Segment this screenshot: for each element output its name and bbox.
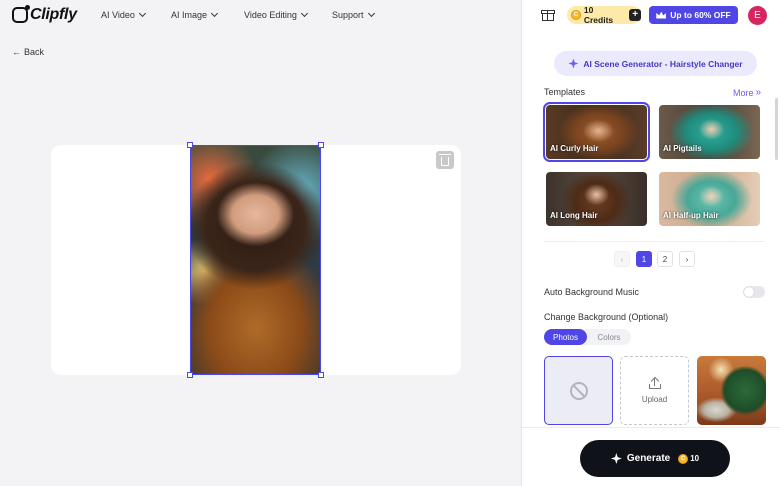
add-credits-icon[interactable]: + (629, 9, 641, 21)
generate-cost-value: 10 (690, 454, 700, 463)
template-label: AI Pigtails (663, 144, 702, 153)
auto-music-label: Auto Background Music (544, 287, 640, 297)
background-type-tabs: Photos Colors (544, 329, 631, 345)
clipfly-logo-icon (12, 5, 30, 23)
credits-label: 10 Credits (583, 5, 614, 25)
chevron-down-icon (367, 9, 375, 18)
tool-title-pill[interactable]: AI Scene Generator - Hairstyle Changer (554, 51, 757, 76)
sparkle-icon (568, 58, 579, 69)
tool-title: AI Scene Generator - Hairstyle Changer (583, 58, 743, 69)
pagination-prev[interactable]: ‹ (614, 251, 630, 267)
generate-button[interactable]: Generate C 10 (580, 440, 730, 477)
uploaded-photo[interactable] (190, 145, 321, 375)
templates-heading: Templates (544, 87, 586, 97)
back-button[interactable]: ← Back (12, 47, 44, 57)
more-label: More (733, 87, 754, 98)
logo-text: Clipfly (30, 6, 77, 23)
nav-ai-video[interactable]: AI Video (101, 9, 146, 20)
logo[interactable]: Clipfly (12, 5, 77, 24)
auto-music-toggle[interactable] (743, 286, 765, 298)
nav-label: Video Editing (244, 10, 297, 20)
change-background-label: Change Background (Optional) (544, 312, 669, 322)
settings-panel: C 10 Credits + Up to 60% OFF E AI Scene … (521, 0, 780, 486)
more-templates-link[interactable]: More » (733, 87, 761, 98)
upload-icon (648, 376, 661, 389)
nav-video-editing[interactable]: Video Editing (244, 9, 308, 20)
avatar[interactable]: E (748, 6, 767, 25)
tab-colors[interactable]: Colors (587, 329, 631, 345)
template-label: AI Curly Hair (550, 144, 599, 153)
trash-icon (439, 153, 451, 166)
resize-handle-bottom-right[interactable] (318, 372, 324, 378)
template-card-long-hair[interactable]: AI Long Hair (546, 172, 647, 226)
divider (544, 241, 765, 242)
credits-badge[interactable]: C 10 Credits + (567, 5, 641, 25)
background-none-option[interactable] (544, 356, 613, 425)
footer-divider (522, 427, 780, 428)
upgrade-offer-button[interactable]: Up to 60% OFF (649, 6, 738, 24)
generate-label: Generate (626, 453, 671, 464)
nav-support[interactable]: Support (332, 9, 375, 20)
pagination-next[interactable]: › (679, 251, 695, 267)
back-label: Back (24, 47, 45, 57)
nav-ai-image[interactable]: AI Image (171, 9, 219, 20)
chevron-down-icon (300, 9, 308, 18)
templates-scrollbar[interactable] (775, 98, 778, 160)
no-background-icon (569, 381, 588, 400)
delete-button[interactable] (436, 151, 454, 169)
gift-icon[interactable] (541, 8, 555, 22)
double-chevron-right-icon: » (755, 87, 762, 98)
background-christmas-option[interactable] (697, 356, 766, 425)
resize-handle-bottom-left[interactable] (187, 372, 193, 378)
sparkle-icon (610, 453, 622, 464)
crown-icon (656, 11, 667, 19)
generate-cost: C 10 (678, 453, 700, 464)
offer-label: Up to 60% OFF (670, 10, 731, 20)
template-label: AI Long Hair (550, 211, 598, 220)
template-card-half-up-hair[interactable]: AI Half-up Hair (659, 172, 760, 226)
upload-label: Upload (641, 394, 668, 404)
resize-handle-top-right[interactable] (318, 142, 324, 148)
nav-label: AI Image (171, 10, 208, 20)
resize-handle-top-left[interactable] (187, 142, 193, 148)
tab-photos[interactable]: Photos (544, 329, 587, 345)
template-card-curly-hair[interactable]: AI Curly Hair (543, 102, 650, 162)
arrow-left-icon: ← (12, 47, 21, 57)
background-upload-button[interactable]: Upload (620, 356, 689, 425)
pagination-page-1[interactable]: 1 (636, 251, 652, 267)
template-card-pigtails[interactable]: AI Pigtails (659, 105, 760, 159)
nav-label: Support (332, 10, 364, 20)
top-navbar: Clipfly AI Video AI Image Video Editing … (0, 0, 521, 30)
chevron-down-icon (210, 9, 219, 18)
pagination-page-2[interactable]: 2 (657, 251, 673, 267)
coin-icon: C (571, 10, 581, 20)
template-label: AI Half-up Hair (663, 211, 719, 220)
nav-label: AI Video (101, 10, 135, 20)
chevron-down-icon (138, 9, 146, 18)
coin-icon: C (678, 453, 689, 464)
